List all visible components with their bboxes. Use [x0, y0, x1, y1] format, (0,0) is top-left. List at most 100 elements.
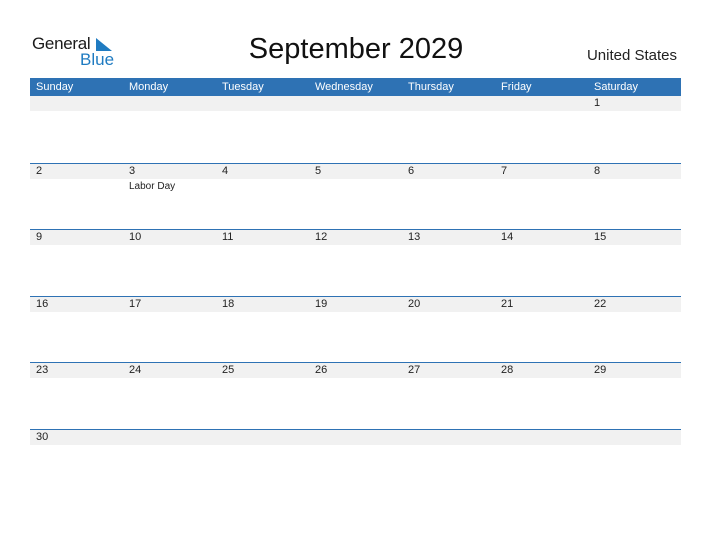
day-cell: 25: [216, 363, 309, 429]
day-cell: 30: [30, 429, 123, 496]
day-number: [216, 96, 309, 111]
day-cell: 10: [123, 230, 216, 296]
day-number: 2: [30, 163, 123, 179]
day-cell: 6: [402, 163, 495, 230]
day-cell: [123, 96, 216, 163]
day-cell: [216, 96, 309, 163]
day-number: 12: [309, 230, 402, 246]
day-cell: [309, 96, 402, 163]
day-number: 10: [123, 230, 216, 246]
day-number: 11: [216, 230, 309, 246]
day-number: 3: [123, 163, 216, 179]
weeks-container: 1 2 3 Labor Day 4 5 6 7 8 9 10 11 12 13 14 15 16 17 18 19 20…: [30, 96, 681, 496]
country-label: United States: [586, 47, 677, 64]
day-number: 18: [216, 296, 309, 312]
day-cell: 9: [30, 230, 123, 296]
day-cell: 2: [30, 163, 123, 230]
day-number: 9: [30, 230, 123, 246]
day-number: 21: [495, 296, 588, 312]
day-number: 6: [402, 163, 495, 179]
calendar-grid: Sunday Monday Tuesday Wednesday Thursday Frid…: [30, 78, 681, 496]
day-number: 28: [495, 363, 588, 379]
day-number: 15: [588, 230, 681, 246]
day-cell: 23: [30, 363, 123, 429]
day-cell: 8: [588, 163, 681, 230]
day-number: 14: [495, 230, 588, 246]
day-number: [495, 429, 588, 445]
day-cell: 1: [588, 96, 681, 163]
day-number: 30: [30, 429, 123, 445]
day-cell: 24: [123, 363, 216, 429]
day-number: 27: [402, 363, 495, 379]
day-cell: 22: [588, 296, 681, 363]
day-cell: [123, 429, 216, 496]
weekday-sunday: Sunday: [36, 81, 74, 93]
weekday-tuesday: Tuesday: [222, 81, 264, 93]
day-number: [495, 96, 588, 111]
day-cell: [588, 429, 681, 496]
day-number: 25: [216, 363, 309, 379]
weekday-monday: Monday: [129, 81, 169, 93]
weekday-saturday: Saturday: [594, 81, 639, 93]
day-cell: 16: [30, 296, 123, 363]
day-number: 19: [309, 296, 402, 312]
day-number: 26: [309, 363, 402, 379]
day-number: [30, 96, 123, 111]
day-number: [216, 429, 309, 445]
day-number: 1: [588, 96, 681, 111]
day-cell: 20: [402, 296, 495, 363]
day-number: 29: [588, 363, 681, 379]
day-cell: [216, 429, 309, 496]
day-cell: 19: [309, 296, 402, 363]
week-row: 16 17 18 19 20 21 22: [30, 295, 681, 363]
day-number: 7: [495, 163, 588, 179]
day-number: [402, 96, 495, 111]
day-cell: [402, 429, 495, 496]
day-cell: 15: [588, 230, 681, 296]
day-cell: 11: [216, 230, 309, 296]
day-number: 17: [123, 296, 216, 312]
weekday-header: Sunday Monday Tuesday Wednesday Thursday Frid…: [30, 78, 681, 96]
day-number: [123, 429, 216, 445]
day-cell: 7: [495, 163, 588, 230]
day-number: 23: [30, 363, 123, 379]
day-number: [588, 429, 681, 445]
holiday-label: Labor Day: [129, 180, 176, 192]
day-cell: [495, 429, 588, 496]
weekday-wednesday: Wednesday: [315, 81, 373, 93]
day-cell: 17: [123, 296, 216, 363]
day-number: [123, 96, 216, 111]
week-row: 23 24 25 26 27 28 29: [30, 362, 681, 429]
day-cell: 29: [588, 363, 681, 429]
week-row: 30: [30, 428, 681, 496]
week-row: 9 10 11 12 13 14 15: [30, 229, 681, 296]
day-cell: 4: [216, 163, 309, 230]
day-number: 22: [588, 296, 681, 312]
weekday-thursday: Thursday: [408, 81, 454, 93]
day-cell: 5: [309, 163, 402, 230]
day-cell: [402, 96, 495, 163]
day-number: 5: [309, 163, 402, 179]
day-cell: 12: [309, 230, 402, 296]
day-number: 13: [402, 230, 495, 246]
day-cell: [309, 429, 402, 496]
day-cell: [30, 96, 123, 163]
day-cell: [495, 96, 588, 163]
day-cell: 18: [216, 296, 309, 363]
day-number: [309, 429, 402, 445]
day-number: 24: [123, 363, 216, 379]
day-cell: 28: [495, 363, 588, 429]
week-row: 2 3 Labor Day 4 5 6 7 8: [30, 162, 681, 230]
day-cell: 21: [495, 296, 588, 363]
day-number: [402, 429, 495, 445]
day-number: 16: [30, 296, 123, 312]
day-cell: 14: [495, 230, 588, 296]
week-row: 1: [30, 96, 681, 163]
day-number: 20: [402, 296, 495, 312]
day-number: [309, 96, 402, 111]
day-cell: 3 Labor Day: [123, 163, 216, 230]
day-number: 8: [588, 163, 681, 179]
weekday-friday: Friday: [501, 81, 532, 93]
day-cell: 26: [309, 363, 402, 429]
day-number: 4: [216, 163, 309, 179]
